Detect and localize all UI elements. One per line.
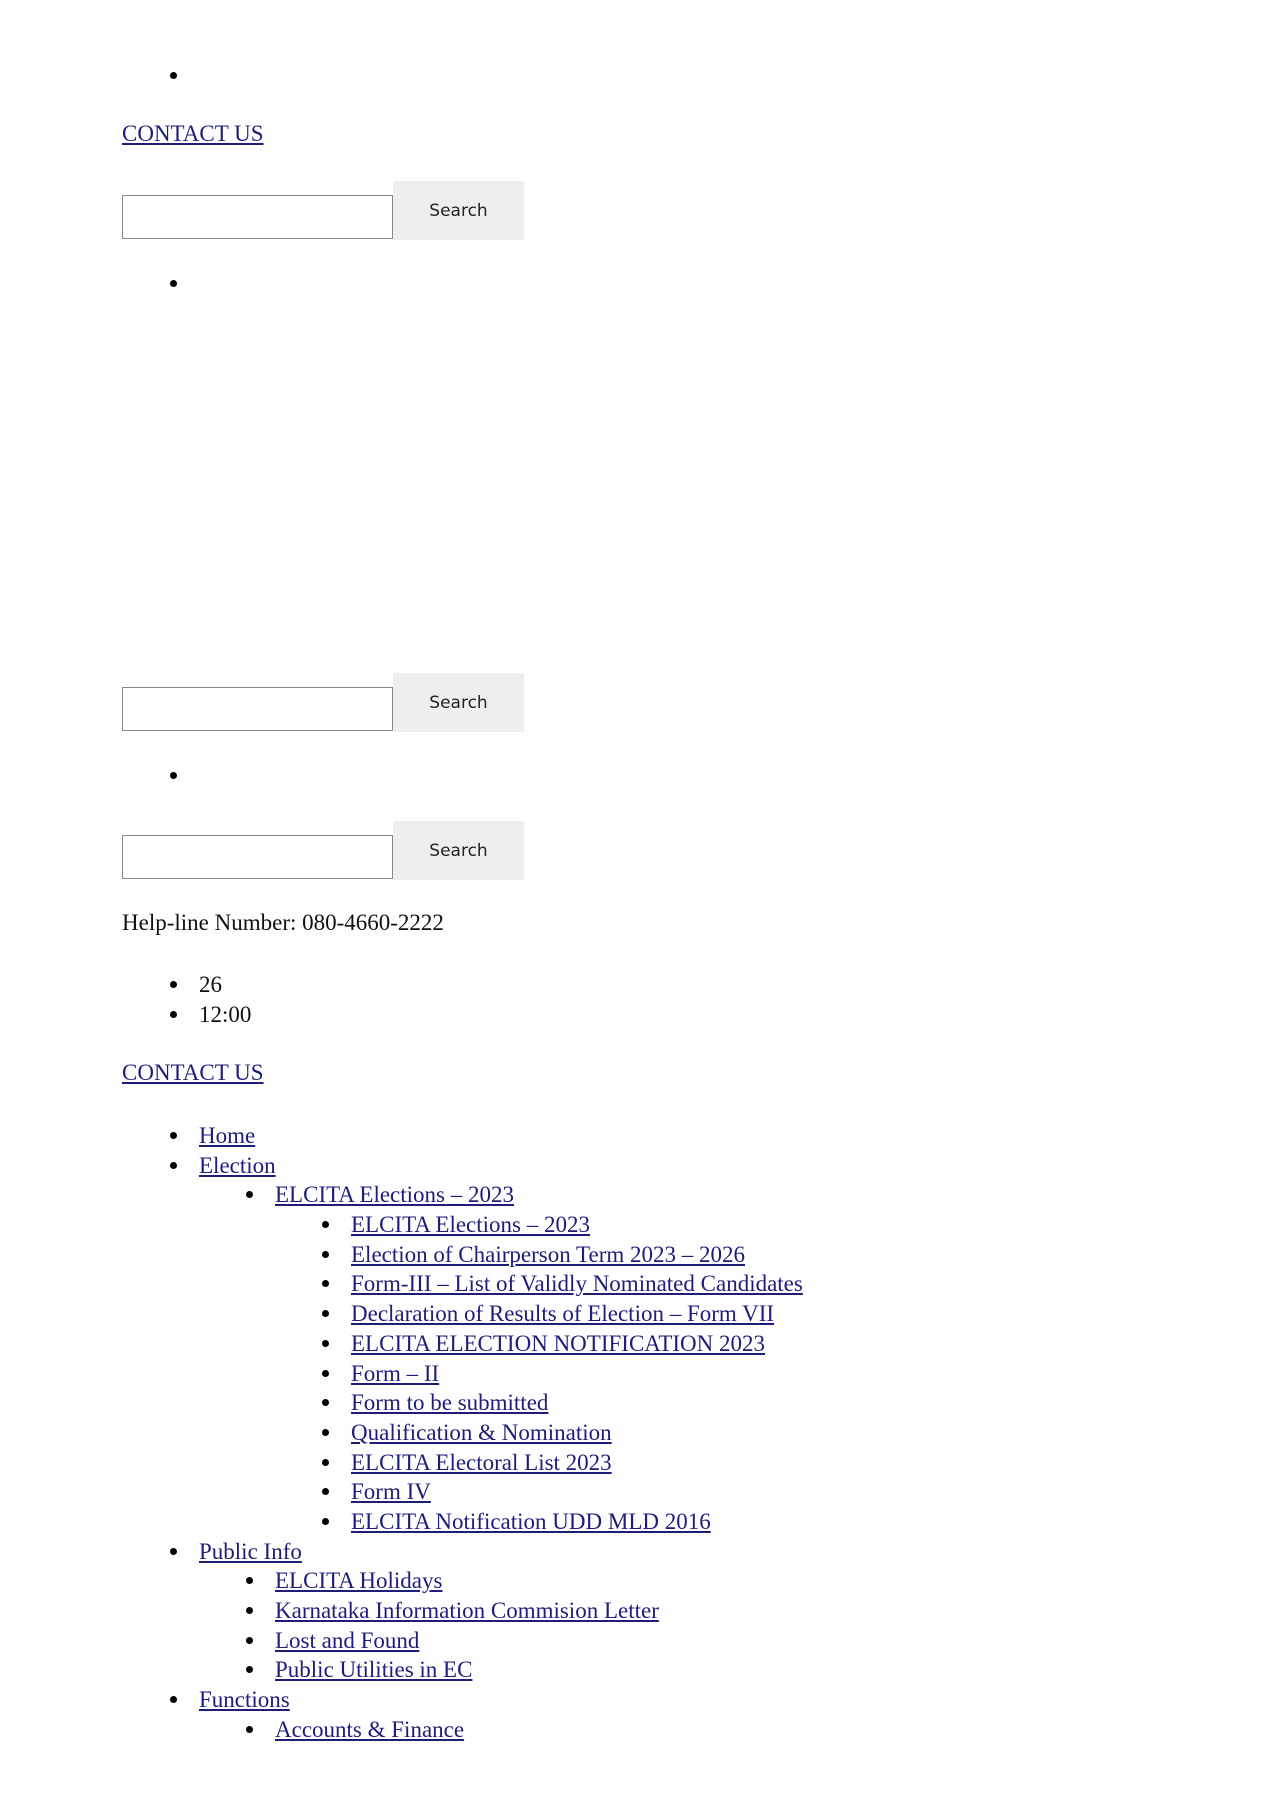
search-button[interactable]: Search	[393, 673, 524, 732]
search-input[interactable]	[122, 835, 393, 879]
nav-link[interactable]: Election	[199, 1153, 276, 1178]
nav-item: Form – II	[0, 1359, 803, 1389]
nav-link[interactable]: Form to be submitted	[351, 1390, 548, 1415]
nav-item: Form-III – List of Validly Nominated Can…	[0, 1269, 803, 1299]
nav-link[interactable]: Functions	[199, 1687, 290, 1712]
empty-list-bullet	[170, 72, 177, 79]
main-navigation: Home Election ELCITA Elections – 2023 ELCIT…	[0, 1121, 803, 1744]
nav-link[interactable]: Form – II	[351, 1361, 439, 1386]
info-list: 26 12:00	[0, 970, 251, 1029]
nav-link[interactable]: Qualification & Nomination	[351, 1420, 612, 1445]
contact-us-link[interactable]: CONTACT US	[122, 121, 264, 147]
nav-item: ELCITA Elections – 2023	[0, 1180, 803, 1210]
nav-link[interactable]: Election of Chairperson Term 2023 – 2026	[351, 1242, 745, 1267]
helpline-number: Help-line Number: 080-4660-2222	[122, 910, 444, 935]
empty-list-bullet	[170, 280, 177, 287]
nav-item: ELCITA ELECTION NOTIFICATION 2023	[0, 1329, 803, 1359]
nav-item: Lost and Found	[0, 1626, 803, 1656]
nav-item: Form IV	[0, 1477, 803, 1507]
nav-link[interactable]: Accounts & Finance	[275, 1717, 464, 1742]
search-button[interactable]: Search	[393, 181, 524, 240]
nav-item: ELCITA Holidays	[0, 1566, 803, 1596]
nav-link[interactable]: ELCITA Elections – 2023	[351, 1212, 590, 1237]
nav-item: ELCITA Notification UDD MLD 2016	[0, 1507, 803, 1537]
nav-link[interactable]: ELCITA Electoral List 2023	[351, 1450, 612, 1475]
nav-link[interactable]: ELCITA Holidays	[275, 1568, 442, 1593]
nav-link[interactable]: Form IV	[351, 1479, 431, 1504]
nav-item: Home	[0, 1121, 803, 1151]
search-form: Search	[122, 821, 524, 880]
nav-link[interactable]: Form-III – List of Validly Nominated Can…	[351, 1271, 803, 1296]
nav-link[interactable]: ELCITA Elections – 2023	[275, 1182, 514, 1207]
nav-item: Public Info	[0, 1537, 803, 1567]
nav-item: Election of Chairperson Term 2023 – 2026	[0, 1240, 803, 1270]
nav-link[interactable]: Home	[199, 1123, 255, 1148]
contact-us-link-2[interactable]: CONTACT US	[122, 1060, 264, 1086]
nav-link[interactable]: ELCITA Notification UDD MLD 2016	[351, 1509, 711, 1534]
nav-item: Public Utilities in EC	[0, 1655, 803, 1685]
search-input[interactable]	[122, 195, 393, 239]
nav-item: Karnataka Information Commision Letter	[0, 1596, 803, 1626]
nav-link[interactable]: Declaration of Results of Election – For…	[351, 1301, 774, 1326]
nav-item: Functions	[0, 1685, 803, 1715]
nav-link[interactable]: ELCITA ELECTION NOTIFICATION 2023	[351, 1331, 765, 1356]
nav-item: ELCITA Electoral List 2023	[0, 1448, 803, 1478]
info-date: 26	[0, 970, 251, 1000]
search-form: Search	[122, 673, 524, 732]
nav-link[interactable]: Public Utilities in EC	[275, 1657, 472, 1682]
nav-item: Qualification & Nomination	[0, 1418, 803, 1448]
nav-item: Accounts & Finance	[0, 1715, 803, 1745]
empty-list-bullet	[170, 772, 177, 779]
search-input[interactable]	[122, 687, 393, 731]
nav-link[interactable]: Lost and Found	[275, 1628, 419, 1653]
nav-item: Declaration of Results of Election – For…	[0, 1299, 803, 1329]
nav-item: ELCITA Elections – 2023	[0, 1210, 803, 1240]
nav-link[interactable]: Karnataka Information Commision Letter	[275, 1598, 659, 1623]
search-button[interactable]: Search	[393, 821, 524, 880]
nav-item: Form to be submitted	[0, 1388, 803, 1418]
info-time: 12:00	[0, 1000, 251, 1030]
search-form: Search	[122, 181, 524, 240]
nav-link[interactable]: Public Info	[199, 1539, 302, 1564]
nav-item: Election	[0, 1151, 803, 1181]
